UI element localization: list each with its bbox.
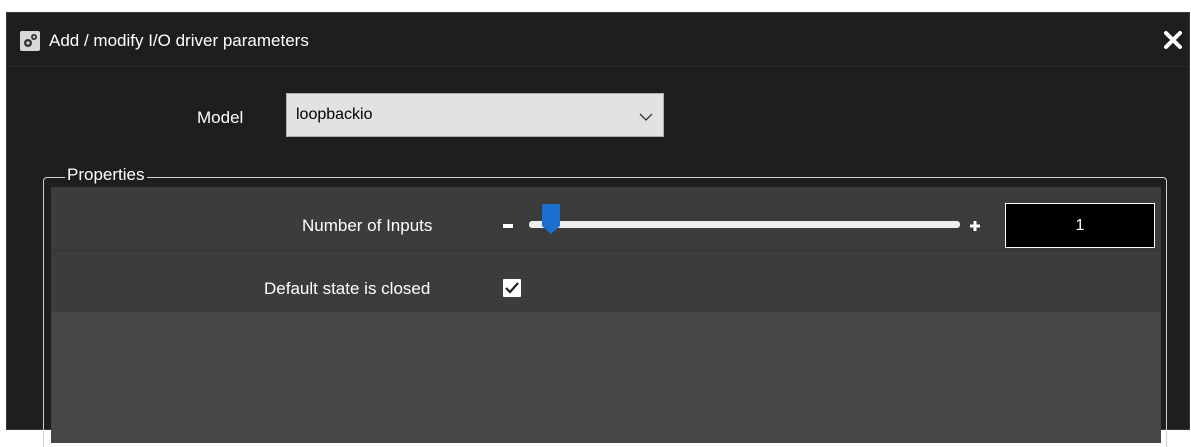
slider-thumb[interactable]: [542, 204, 560, 239]
number-of-inputs-row: Number of Inputs 1: [51, 187, 1161, 251]
gears-icon: [20, 31, 40, 51]
decrement-button[interactable]: [503, 224, 513, 228]
dialog-title: Add / modify I/O driver parameters: [49, 31, 309, 50]
close-icon[interactable]: [1163, 30, 1183, 50]
number-of-inputs-slider[interactable]: [529, 221, 960, 228]
default-state-row: Default state is closed: [51, 251, 1161, 312]
model-label: Model: [197, 108, 244, 127]
model-dropdown-value: loopbackio: [296, 106, 373, 123]
checkmark-icon: [505, 282, 519, 294]
title-bar: Add / modify I/O driver parameters: [7, 13, 1189, 67]
properties-group-label: Properties: [65, 165, 148, 185]
number-of-inputs-label: Number of Inputs: [302, 216, 433, 235]
default-state-label: Default state is closed: [264, 279, 431, 298]
properties-panel: Number of Inputs 1 Default state is clos…: [51, 187, 1161, 443]
default-state-checkbox[interactable]: [503, 279, 521, 297]
increment-button[interactable]: [970, 218, 980, 231]
chevron-down-icon: [639, 109, 653, 127]
model-dropdown[interactable]: loopbackio: [286, 93, 664, 137]
dialog-window: Add / modify I/O driver parameters Model…: [6, 12, 1190, 447]
number-of-inputs-field[interactable]: 1: [1005, 203, 1155, 248]
